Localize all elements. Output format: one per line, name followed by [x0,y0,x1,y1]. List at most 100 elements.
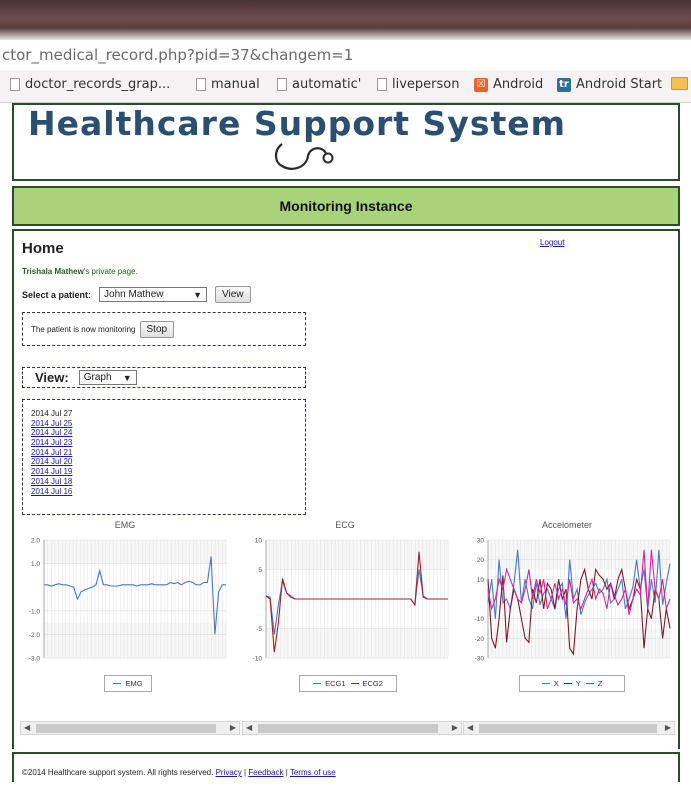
date-link[interactable]: 2014 Jul 24 [31,428,72,437]
date-link[interactable]: 2014 Jul 25 [31,419,72,428]
ecg-chart-title: ECG [335,520,355,530]
y-tick-label: 1.0 [31,561,40,568]
dropdown-arrow-icon: ▼ [193,289,203,300]
bookmark-label: Android Start [576,77,663,92]
scroll-thumb[interactable] [36,724,216,733]
scroll-right-icon[interactable]: ▶ [230,722,236,734]
bookmark-manual[interactable]: manual [196,77,260,92]
user-name: Trishala Mathew [22,267,84,276]
scroll-left-icon[interactable]: ◀ [24,722,30,734]
date-link[interactable]: 2014 Jul 21 [31,448,72,457]
legend-label: Y [575,679,581,688]
y-tick-label: -2.0 [29,632,41,639]
private-suffix: 's private page. [83,267,138,276]
bookmark-doctor-records[interactable]: doctor_records_grap... [10,77,170,92]
date-link[interactable]: 2014 Jul 20 [31,457,72,466]
bookmark-label: Android [493,77,544,92]
date-list: 2014 Jul 27 2014 Jul 25 2014 Jul 24 2014… [22,399,306,515]
bookmarks-bar: doctor_records_grap... manual automatic'… [0,70,691,103]
view-mode-value: Graph [83,372,112,383]
date-link[interactable]: 2014 Jul 23 [31,438,72,447]
page-icon [277,78,287,91]
browser-title-bar [0,0,691,40]
scroll-thumb[interactable] [258,724,438,733]
bookmark-label: doctor_records_grap... [25,77,171,92]
legend-item[interactable]: Y [563,679,581,688]
address-bar[interactable]: ctor_medical_record.php?pid=37&changem=1 [0,40,691,70]
scroll-right-icon[interactable]: ▶ [452,722,458,734]
accel-chart: 30 20 10 -10 -20 -30 [475,538,671,663]
legend-label: EMG [125,679,143,688]
bookmark-automatic[interactable]: automatic' [277,77,361,92]
ecg-scrollbar[interactable]: ◀ ▶ [242,721,462,735]
accel-scrollbar[interactable]: ◀ ▶ [463,721,675,735]
stop-button[interactable]: Stop [139,321,175,338]
legend-item[interactable]: ECG2 [350,679,383,688]
y-tick-label: 10 [255,538,263,545]
scroll-left-icon[interactable]: ◀ [246,722,252,734]
android-icon: ☒ [474,77,488,92]
select-patient-label: Select a patient: [22,289,92,300]
view-mode-box: View: Graph ▼ [22,367,306,388]
legend-label: ECG2 [362,679,383,688]
y-tick-label: -30 [475,656,485,663]
footer: ©2014 Healthcare support system. All rig… [12,752,680,782]
copyright-text: ©2014 Healthcare support system. All rig… [22,768,214,777]
y-tick-label: -1.0 [29,608,41,615]
legend-label: ECG1 [325,679,346,688]
date-link[interactable]: 2014 Jul 18 [31,477,72,486]
monitoring-status-box: The patient is now monitoring Stop [22,312,306,346]
view-button[interactable]: View [215,286,251,303]
bookmark-liveperson[interactable]: liveperson [377,77,459,92]
private-page-note: Trishala Mathew's private page. [22,267,138,276]
monitoring-status-text: The patient is now monitoring [31,325,136,334]
bookmark-android-start[interactable]: tr Android Start [557,77,662,92]
y-tick-label: -20 [475,636,485,643]
view-mode-select[interactable]: Graph ▼ [78,370,137,385]
emg-scrollbar[interactable]: ◀ ▶ [20,721,240,735]
legend-item[interactable]: ECG1 [313,679,346,688]
y-tick-label: 2.0 [31,538,40,545]
nav-bar: Monitoring Instance [12,186,680,226]
y-tick-label: -10 [253,656,263,663]
accel-chart-title: Accelometer [541,520,593,530]
url-text: ctor_medical_record.php?pid=37&changem=1 [2,46,354,64]
dropdown-arrow-icon: ▼ [122,372,132,383]
legend-item[interactable]: X [541,679,559,688]
emg-chart: 2.0 1.0 -1.0 -2.0 -3.0 [29,538,227,663]
view-label: View: [35,370,69,385]
bookmark-folder[interactable] [671,77,688,90]
tr-icon: tr [557,77,571,92]
terms-link[interactable]: Terms of use [290,768,336,777]
date-current: 2014 Jul 27 [31,409,73,418]
scroll-thumb[interactable] [479,724,657,733]
bookmark-label: manual [211,77,260,92]
y-tick-label: -10 [475,616,485,623]
y-tick-label: 30 [477,538,485,545]
patient-selector-row: Select a patient: John Mathew ▼ View [22,286,251,303]
legend-item[interactable]: Z [585,679,603,688]
y-tick-label: 10 [477,577,485,584]
ecg-chart: 10 5 -5 -10 [253,538,449,663]
date-link[interactable]: 2014 Jul 19 [31,467,72,476]
page-title: Home [22,240,64,257]
scroll-left-icon[interactable]: ◀ [467,722,473,734]
patient-select[interactable]: John Mathew ▼ [99,287,208,302]
bookmark-android[interactable]: ☒ Android [474,77,543,92]
patient-select-value: John Mathew [104,289,164,300]
date-link[interactable]: 2014 Jul 16 [31,487,72,496]
page-icon [10,78,20,91]
bookmark-label: liveperson [392,77,460,92]
y-tick-label: -3.0 [29,656,41,663]
legend-label: X [553,679,559,688]
privacy-link[interactable]: Privacy [216,768,242,777]
legend-item[interactable]: EMG [113,679,143,688]
page-icon [377,78,387,91]
logout-link[interactable]: Logout [540,238,564,247]
scroll-right-icon[interactable]: ▶ [665,722,671,734]
stethoscope-icon [274,143,334,170]
feedback-link[interactable]: Feedback [248,768,283,777]
y-tick-label: 5 [258,567,262,574]
legend-label: Z [597,679,603,688]
y-tick-label: -5 [256,626,262,633]
